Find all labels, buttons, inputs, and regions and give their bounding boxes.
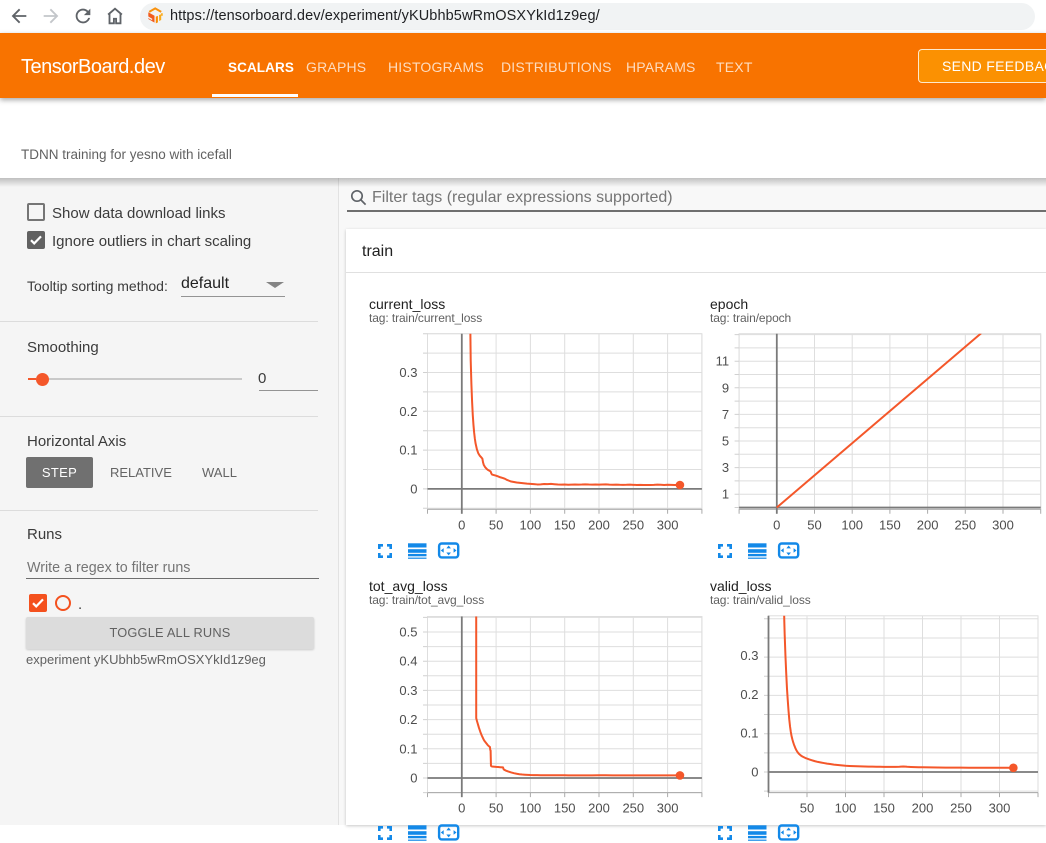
svg-text:200: 200 xyxy=(588,801,610,816)
svg-text:300: 300 xyxy=(657,518,679,533)
svg-text:0: 0 xyxy=(458,518,465,533)
svg-text:0.3: 0.3 xyxy=(399,683,417,698)
svg-text:50: 50 xyxy=(807,518,821,533)
svg-text:100: 100 xyxy=(520,801,542,816)
svg-text:0.3: 0.3 xyxy=(399,365,417,380)
svg-text:0.2: 0.2 xyxy=(399,712,417,727)
svg-text:1: 1 xyxy=(722,487,729,502)
svg-text:300: 300 xyxy=(989,801,1011,816)
svg-text:50: 50 xyxy=(489,518,503,533)
svg-text:100: 100 xyxy=(835,801,857,816)
svg-text:300: 300 xyxy=(992,518,1014,533)
svg-text:3: 3 xyxy=(722,460,729,475)
svg-text:150: 150 xyxy=(554,518,576,533)
svg-text:5: 5 xyxy=(722,434,729,449)
svg-text:100: 100 xyxy=(520,518,542,533)
svg-text:0.1: 0.1 xyxy=(399,443,417,458)
svg-text:250: 250 xyxy=(954,518,976,533)
svg-text:0: 0 xyxy=(751,765,758,780)
svg-text:50: 50 xyxy=(489,801,503,816)
svg-text:0: 0 xyxy=(458,801,465,816)
svg-text:200: 200 xyxy=(912,801,934,816)
svg-text:0.1: 0.1 xyxy=(740,726,758,741)
svg-text:200: 200 xyxy=(588,518,610,533)
svg-text:0.5: 0.5 xyxy=(399,625,417,640)
svg-text:50: 50 xyxy=(800,801,814,816)
svg-text:0.2: 0.2 xyxy=(399,404,417,419)
svg-text:250: 250 xyxy=(622,518,644,533)
svg-text:150: 150 xyxy=(873,801,895,816)
svg-text:100: 100 xyxy=(841,518,863,533)
svg-text:300: 300 xyxy=(657,801,679,816)
svg-text:0.3: 0.3 xyxy=(740,648,758,663)
svg-text:200: 200 xyxy=(917,518,939,533)
svg-text:0: 0 xyxy=(773,518,780,533)
svg-text:0: 0 xyxy=(410,771,417,786)
svg-text:9: 9 xyxy=(722,380,729,395)
svg-text:0.2: 0.2 xyxy=(740,687,758,702)
svg-text:150: 150 xyxy=(879,518,901,533)
svg-text:11: 11 xyxy=(716,354,730,369)
svg-text:0: 0 xyxy=(410,481,417,496)
svg-text:0.1: 0.1 xyxy=(399,741,417,756)
svg-text:150: 150 xyxy=(554,801,576,816)
svg-text:7: 7 xyxy=(722,407,729,422)
svg-text:0.4: 0.4 xyxy=(399,654,417,669)
svg-text:250: 250 xyxy=(622,801,644,816)
svg-text:250: 250 xyxy=(950,801,972,816)
